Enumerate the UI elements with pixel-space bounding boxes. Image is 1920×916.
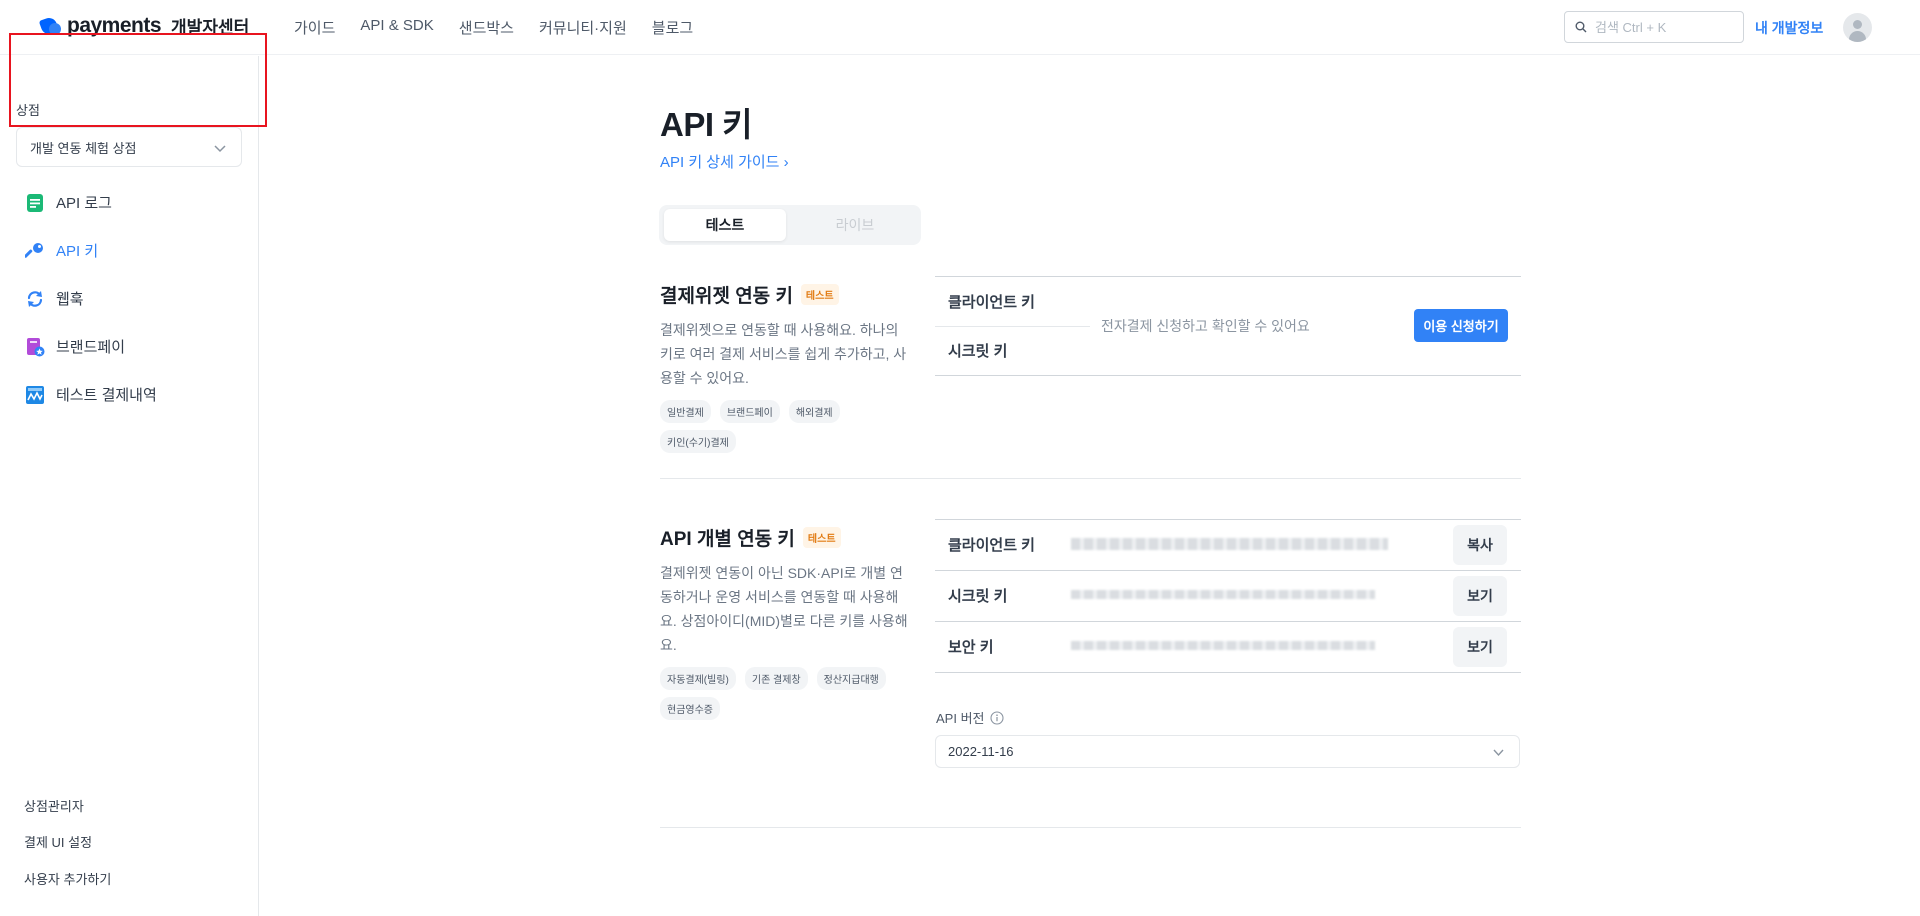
section-divider	[660, 478, 1521, 479]
sidebar-item-label: API 로그	[56, 195, 112, 212]
api-client-key-label: 클라이언트 키	[948, 537, 1035, 554]
copy-button[interactable]: 복사	[1453, 525, 1507, 565]
show-secret-button[interactable]: 보기	[1453, 576, 1507, 616]
avatar[interactable]	[1843, 13, 1872, 42]
divider	[935, 326, 1090, 327]
apply-button[interactable]: 이용 신청하기	[1414, 309, 1508, 342]
divider	[935, 621, 1521, 622]
sidebar-item-label: 테스트 결제내역	[56, 387, 157, 404]
api-version-label-text: API 버전	[936, 711, 985, 726]
chip: 브랜드페이	[719, 400, 780, 423]
top-bar: payments 개발자센터 가이드 API & SDK 샌드박스 커뮤니티·지…	[0, 0, 1920, 55]
show-security-button[interactable]: 보기	[1453, 627, 1507, 667]
widget-client-key-label: 클라이언트 키	[948, 294, 1035, 311]
store-label: 상점	[16, 103, 40, 118]
info-icon[interactable]	[989, 710, 1004, 725]
search-box[interactable]	[1564, 11, 1744, 43]
page-title: API 키	[660, 106, 753, 143]
tab-live[interactable]: 라이브	[794, 209, 916, 241]
api-secret-key-label: 시크릿 키	[948, 588, 1008, 605]
nav-api-sdk[interactable]: API & SDK	[360, 17, 433, 38]
divider	[935, 375, 1521, 376]
refresh-icon	[25, 289, 45, 309]
key-icon	[24, 241, 45, 261]
nav-blog[interactable]: 블로그	[652, 17, 693, 38]
chevron-down-icon	[1493, 749, 1504, 757]
sidebar	[0, 56, 259, 916]
chip: 현금영수증	[660, 697, 720, 720]
test-badge: 테스트	[800, 284, 839, 305]
store-select-value: 개발 연동 체험 상점	[30, 140, 137, 156]
nav-community[interactable]: 커뮤니티·지원	[539, 17, 627, 38]
store-admin-link[interactable]: 상점관리자	[24, 796, 84, 815]
chip: 기존 결제창	[744, 667, 808, 690]
brandpay-icon	[25, 337, 45, 357]
sidebar-item-api-log[interactable]: API 로그	[25, 192, 112, 213]
my-dev-info-link[interactable]: 내 개발정보	[1755, 18, 1823, 38]
widget-key-note: 전자결제 신청하고 확인할 수 있어요	[1101, 318, 1310, 334]
widget-title-text: 결제위젯 연동 키	[660, 286, 793, 307]
widget-chips: 일반결제 브랜드페이 해외결제 키인(수기)결제	[660, 400, 920, 453]
payment-ui-settings-link[interactable]: 결제 UI 설정	[24, 832, 92, 851]
secret-key-value-masked	[1071, 590, 1375, 599]
divider	[935, 570, 1521, 571]
sidebar-item-label: 웹훅	[56, 291, 84, 308]
widget-section-title: 결제위젯 연동 키 테스트	[660, 281, 839, 308]
document-icon	[25, 193, 45, 213]
search-input[interactable]	[1595, 19, 1735, 35]
api-chips: 자동결제(빌링) 기존 결제창 정산지급대행 현금영수증	[660, 667, 900, 720]
api-version-label: API 버전	[936, 708, 1004, 727]
security-key-value-masked	[1071, 641, 1375, 650]
chevron-down-icon	[214, 145, 226, 153]
chip: 일반결제	[660, 400, 711, 423]
sidebar-item-test-payments[interactable]: 테스트 결제내역	[25, 384, 157, 405]
chip: 자동결제(빌링)	[660, 667, 736, 690]
nav-guide[interactable]: 가이드	[294, 17, 335, 38]
nav-sandbox[interactable]: 샌드박스	[459, 17, 514, 38]
sidebar-item-api-key[interactable]: API 키	[24, 240, 99, 261]
tab-test[interactable]: 테스트	[664, 209, 786, 241]
api-description: 결제위젯 연동이 아닌 SDK·API로 개별 연동하거나 운영 서비스를 연동…	[660, 565, 908, 653]
store-select[interactable]: 개발 연동 체험 상점	[16, 127, 242, 167]
api-title-text: API 개별 연동 키	[660, 529, 795, 550]
api-key-guide-link[interactable]: API 키 상세 가이드 ›	[660, 151, 789, 172]
sidebar-item-brandpay[interactable]: 브랜드페이	[25, 336, 125, 357]
widget-secret-key-label: 시크릿 키	[948, 343, 1008, 360]
chart-icon	[25, 385, 45, 405]
top-nav: 가이드 API & SDK 샌드박스 커뮤니티·지원 블로그	[294, 17, 718, 38]
sidebar-item-label: 브랜드페이	[56, 339, 126, 356]
search-icon	[1575, 21, 1587, 33]
chip: 정산지급대행	[816, 667, 886, 690]
api-security-key-label: 보안 키	[948, 639, 994, 656]
divider	[935, 519, 1521, 520]
sidebar-item-webhook[interactable]: 웹훅	[25, 288, 84, 309]
client-key-value-masked	[1071, 538, 1388, 550]
divider	[935, 276, 1521, 277]
test-badge: 테스트	[802, 527, 841, 548]
store-selector-highlight	[9, 33, 267, 127]
widget-description: 결제위젯으로 연동할 때 사용해요. 하나의 키로 여러 결제 서비스를 쉽게 …	[660, 322, 907, 386]
sidebar-item-label: API 키	[56, 243, 99, 260]
add-user-link[interactable]: 사용자 추가하기	[24, 869, 111, 888]
chip: 해외결제	[788, 400, 840, 423]
section-divider	[660, 827, 1521, 828]
divider	[935, 672, 1521, 673]
env-tabs: 테스트 라이브	[659, 205, 921, 245]
api-version-value: 2022-11-16	[948, 744, 1014, 759]
api-section-title: API 개별 연동 키 테스트	[660, 524, 841, 551]
chip: 키인(수기)결제	[660, 430, 736, 453]
api-version-select[interactable]: 2022-11-16	[935, 735, 1520, 768]
